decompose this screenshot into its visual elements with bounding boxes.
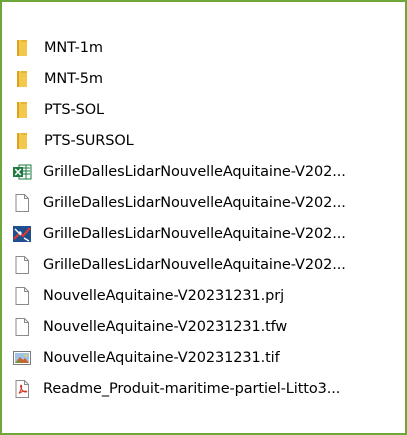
list-item-label: NouvelleAquitaine-V20231231.tfw bbox=[43, 318, 288, 335]
pdf-file-icon bbox=[12, 379, 32, 399]
generic-file-icon bbox=[12, 255, 32, 275]
gis-file-icon bbox=[12, 224, 32, 244]
list-item-label: GrilleDallesLidarNouvelleAquitaine-V202.… bbox=[43, 225, 346, 242]
list-item-label: Readme_Produit-maritime-partiel-Litto3..… bbox=[43, 380, 341, 397]
list-item-file-prj[interactable]: NouvelleAquitaine-V20231231.prj bbox=[12, 280, 397, 311]
folder-icon bbox=[12, 131, 32, 151]
list-item-label: PTS-SURSOL bbox=[44, 132, 134, 149]
list-item-folder-mnt-5m[interactable]: MNT-5m bbox=[12, 63, 397, 94]
generic-file-icon bbox=[12, 286, 32, 306]
list-item-file-gis[interactable]: GrilleDallesLidarNouvelleAquitaine-V202.… bbox=[12, 218, 397, 249]
list-item-file-generic[interactable]: GrilleDallesLidarNouvelleAquitaine-V202.… bbox=[12, 249, 397, 280]
generic-file-icon bbox=[12, 193, 32, 213]
list-item-file-tif[interactable]: NouvelleAquitaine-V20231231.tif bbox=[12, 342, 397, 373]
folder-icon bbox=[12, 69, 32, 89]
folder-icon bbox=[12, 38, 32, 58]
folder-icon bbox=[12, 100, 32, 120]
list-item-label: MNT-5m bbox=[44, 70, 103, 87]
list-item-label: NouvelleAquitaine-V20231231.tif bbox=[43, 349, 280, 366]
list-item-folder-pts-sol[interactable]: PTS-SOL bbox=[12, 94, 397, 125]
excel-file-icon bbox=[12, 162, 32, 182]
list-item-label: NouvelleAquitaine-V20231231.prj bbox=[43, 287, 284, 304]
list-item-label: GrilleDallesLidarNouvelleAquitaine-V202.… bbox=[43, 163, 346, 180]
image-file-icon bbox=[12, 348, 32, 368]
list-item-file-pdf[interactable]: Readme_Produit-maritime-partiel-Litto3..… bbox=[12, 373, 397, 404]
file-list-panel: MNT-1m MNT-5m PTS-SOL PTS-SURSOL GrilleD… bbox=[0, 0, 407, 435]
list-item-folder-pts-sursol[interactable]: PTS-SURSOL bbox=[12, 125, 397, 156]
list-item-file-tfw[interactable]: NouvelleAquitaine-V20231231.tfw bbox=[12, 311, 397, 342]
list-item-label: GrilleDallesLidarNouvelleAquitaine-V202.… bbox=[43, 194, 346, 211]
list-item-label: PTS-SOL bbox=[44, 101, 105, 118]
list-item-folder-mnt-1m[interactable]: MNT-1m bbox=[12, 32, 397, 63]
file-list: MNT-1m MNT-5m PTS-SOL PTS-SURSOL GrilleD… bbox=[12, 32, 397, 404]
list-item-file-generic[interactable]: GrilleDallesLidarNouvelleAquitaine-V202.… bbox=[12, 187, 397, 218]
list-item-file-excel[interactable]: GrilleDallesLidarNouvelleAquitaine-V202.… bbox=[12, 156, 397, 187]
generic-file-icon bbox=[12, 317, 32, 337]
list-item-label: MNT-1m bbox=[44, 39, 103, 56]
list-item-label: GrilleDallesLidarNouvelleAquitaine-V202.… bbox=[43, 256, 346, 273]
